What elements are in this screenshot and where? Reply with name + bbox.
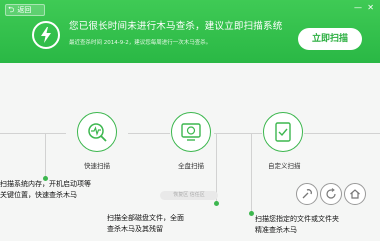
quick-scan-description: 扫描系统内存，开机启动项等 关键位置，快速查杀木马 xyxy=(0,179,91,201)
full-scan-button[interactable] xyxy=(171,112,211,152)
back-button[interactable]: ⮌ 返回 xyxy=(5,4,45,16)
banner-headline: 您已很长时间未进行木马查杀，建议立即扫描系统 xyxy=(69,21,283,32)
divider-line xyxy=(214,133,262,134)
full-scan-description: 扫描全部磁盘文件，全面 查杀木马及其残留 xyxy=(107,213,184,235)
callout-dot xyxy=(249,211,254,216)
callout-line: 扫描系统内存，开机启动项等 xyxy=(0,180,91,188)
custom-scan-button[interactable] xyxy=(263,112,303,152)
banner-subline: 最近查杀时间 2014-9-2，建议您每周进行一次木马查杀。 xyxy=(69,40,212,46)
home-button[interactable] xyxy=(344,183,366,205)
lightning-icon xyxy=(32,21,60,49)
callout-line: 精准查杀木马 xyxy=(255,226,297,234)
divider-line xyxy=(0,133,66,134)
quick-scan-label: 快速扫描 xyxy=(84,162,110,170)
callout-line: 扫描全部磁盘文件，全面 xyxy=(107,214,184,222)
close-icon[interactable]: ✕ xyxy=(367,3,374,13)
back-arrow-icon: ⮌ xyxy=(8,5,15,14)
wrench-icon xyxy=(302,189,312,199)
callout-line: 扫描您指定的文件或文件夹 xyxy=(255,215,339,223)
divider-line xyxy=(128,133,170,134)
minimize-icon[interactable]: — xyxy=(354,3,362,13)
custom-scan-description: 扫描您指定的文件或文件夹 精准查杀木马 xyxy=(255,214,339,236)
leader-line xyxy=(251,133,252,213)
full-scan-icon xyxy=(181,123,201,141)
scan-now-button[interactable]: 立即扫描 xyxy=(298,28,362,50)
custom-scan-icon xyxy=(275,122,291,142)
divider-line xyxy=(304,133,380,134)
callout-dot xyxy=(214,201,219,206)
leader-line xyxy=(45,133,46,179)
full-scan-label: 全盘扫描 xyxy=(178,162,204,170)
tools-button[interactable] xyxy=(296,183,318,205)
home-icon xyxy=(350,189,360,199)
back-button-label: 返回 xyxy=(17,6,32,14)
restore-button[interactable] xyxy=(320,183,342,205)
custom-scan-label: 自定义扫描 xyxy=(268,162,301,170)
quarantine-link[interactable]: 恢复区 信任区 xyxy=(160,191,218,200)
header-banner: ⮌ 返回 — ✕ 您已很长时间未进行木马查杀，建议立即扫描系统 最近查杀时间 2… xyxy=(0,0,380,63)
quick-scan-button[interactable] xyxy=(77,112,117,152)
callout-line: 查杀木马及其残留 xyxy=(107,225,163,233)
refresh-icon xyxy=(326,188,336,199)
quick-scan-icon xyxy=(88,123,107,142)
callout-line: 关键位置，快速查杀木马 xyxy=(0,191,77,199)
